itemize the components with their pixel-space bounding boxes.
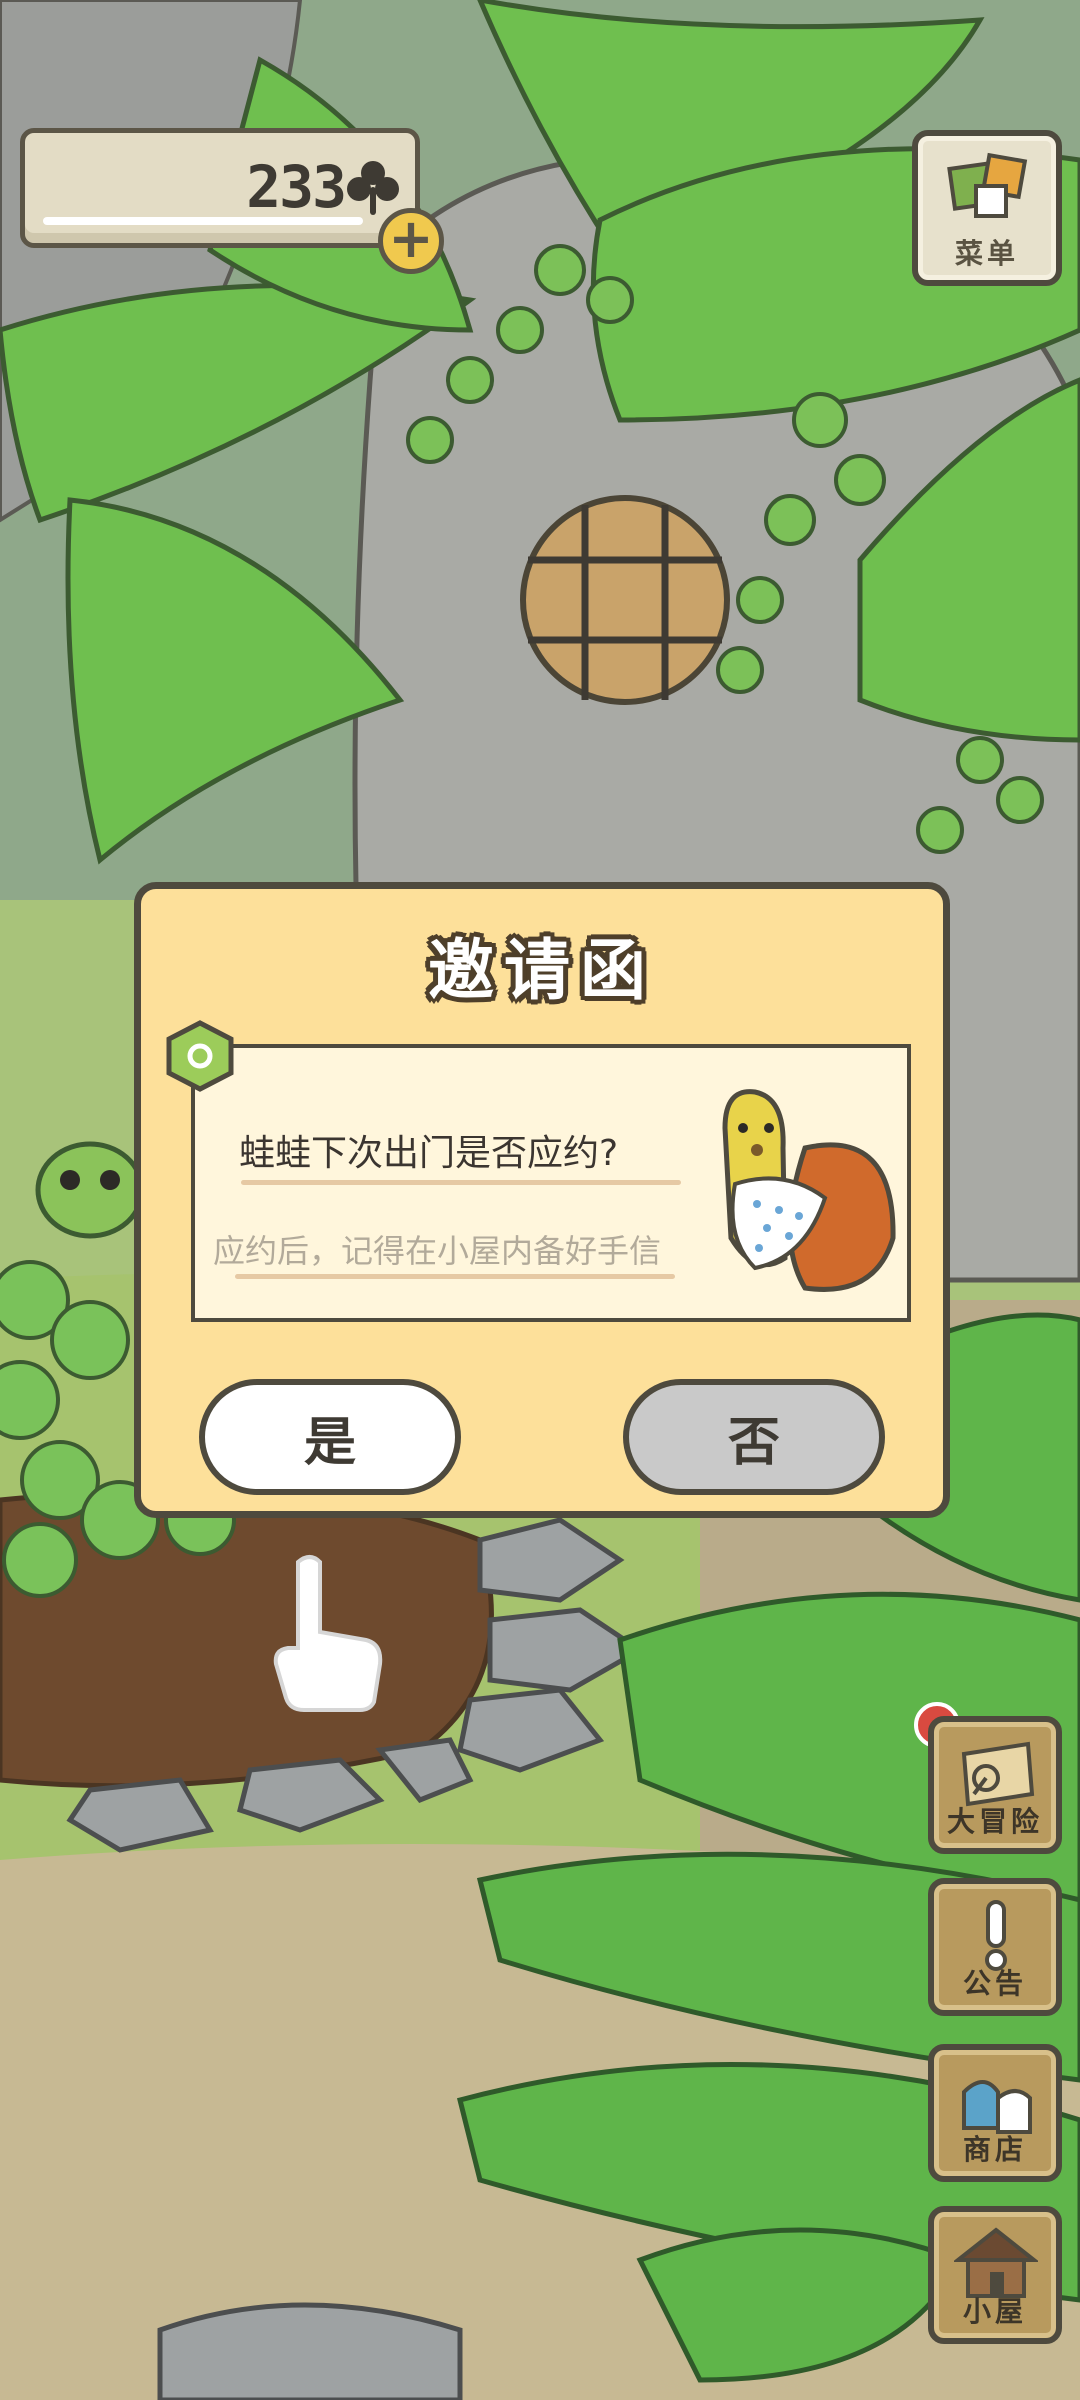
shop-label: 商店 xyxy=(962,2133,1027,2166)
add-clover-button[interactable]: + xyxy=(378,208,444,274)
notice-label: 公告 xyxy=(962,1967,1027,2000)
clover-counter: 233 xyxy=(20,128,420,248)
invitation-letter: 蛙蛙下次出门是否应约? 应约后，记得在小屋内备好手信 xyxy=(191,1044,911,1322)
underline xyxy=(235,1274,675,1279)
tutorial-hand-icon xyxy=(273,1555,383,1712)
adventure-button[interactable]: 大冒险 xyxy=(928,1716,1062,1854)
letter-tag-icon xyxy=(166,1020,234,1092)
shop-button[interactable]: 商店 xyxy=(928,2044,1062,2182)
underline xyxy=(241,1180,681,1185)
counter-highlight xyxy=(43,217,363,225)
no-button[interactable]: 否 xyxy=(623,1379,885,1495)
invitation-question: 蛙蛙下次出门是否应约? xyxy=(239,1133,619,1174)
adventure-label: 大冒险 xyxy=(946,1805,1043,1838)
house-label: 小屋 xyxy=(962,2295,1027,2328)
clover-amount: 233 xyxy=(246,153,347,221)
invitation-hint: 应约后，记得在小屋内备好手信 xyxy=(213,1232,662,1270)
plus-icon: + xyxy=(388,207,434,270)
notice-button[interactable]: 公告 xyxy=(928,1878,1062,2016)
invitation-dialog: 邀请函 蛙蛙下次出门是否应约? 应约后，记得在小屋内备好手信 是 否 xyxy=(134,882,950,1518)
dialog-title: 邀请函 xyxy=(428,932,656,1009)
yes-button[interactable]: 是 xyxy=(199,1379,461,1495)
menu-button[interactable]: 菜单 xyxy=(912,130,1062,286)
house-button[interactable]: 小屋 xyxy=(928,2206,1062,2344)
menu-cards-icon xyxy=(947,152,1028,218)
menu-label: 菜单 xyxy=(954,237,1019,270)
snail-character-icon xyxy=(722,1089,896,1292)
